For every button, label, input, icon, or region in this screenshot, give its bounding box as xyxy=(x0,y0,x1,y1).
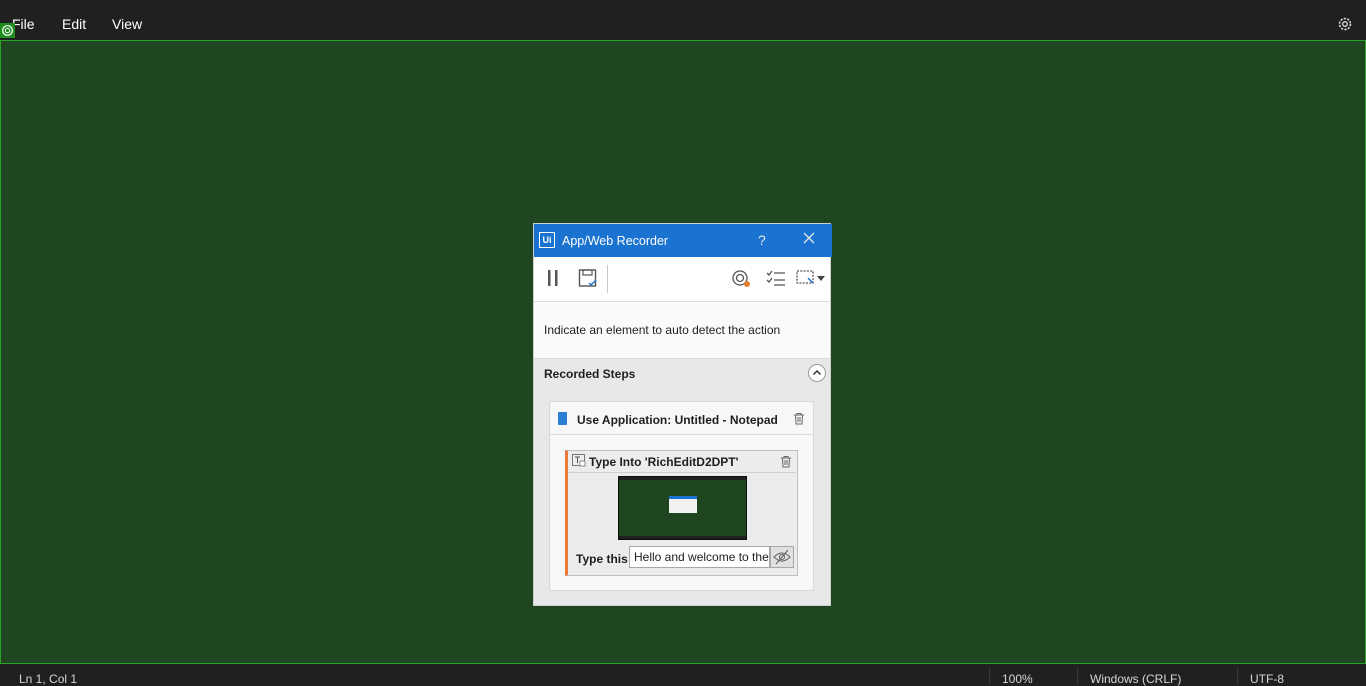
trash-icon[interactable] xyxy=(793,412,805,425)
gear-icon[interactable] xyxy=(1336,15,1354,33)
notepad-icon xyxy=(558,412,567,425)
thumbnail-window xyxy=(669,496,697,513)
chevron-up-icon xyxy=(812,369,822,376)
recorder-hint-panel: Indicate an element to auto detect the a… xyxy=(534,302,830,359)
recorder-titlebar[interactable]: Ui App/Web Recorder ? xyxy=(534,224,832,257)
type-into-header: Type Into 'RichEditD2DPT' xyxy=(568,451,796,473)
save-icon[interactable] xyxy=(577,267,599,289)
menubar: File Edit View xyxy=(0,0,1366,41)
checklist-icon[interactable] xyxy=(765,267,787,289)
eye-slash-icon xyxy=(773,549,791,565)
recorded-steps-list: Use Application: Untitled - Notepad Type… xyxy=(534,395,830,605)
recorder-toolbar xyxy=(534,257,830,302)
trash-icon[interactable] xyxy=(780,455,792,468)
type-into-icon xyxy=(572,454,586,467)
statusbar: Ln 1, Col 1 100% Windows (CRLF) UTF-8 xyxy=(0,664,1366,686)
target-icon[interactable] xyxy=(730,267,752,289)
cursor-position: Ln 1, Col 1 xyxy=(19,672,78,686)
type-this-input[interactable]: Hello and welcome to the xyxy=(629,546,770,568)
help-button[interactable]: ? xyxy=(758,232,766,248)
thumbnail-menubar xyxy=(619,477,746,480)
type-into-step[interactable]: Type Into 'RichEditD2DPT' Type this Hell… xyxy=(565,450,798,576)
pause-icon[interactable] xyxy=(542,267,564,289)
menu-edit[interactable]: Edit xyxy=(62,16,86,32)
use-application-header: Use Application: Untitled - Notepad xyxy=(550,402,813,435)
divider xyxy=(989,668,990,685)
screen-select-icon[interactable] xyxy=(796,267,826,289)
line-ending: Windows (CRLF) xyxy=(1090,672,1182,686)
divider xyxy=(1237,668,1238,685)
hint-text: Indicate an element to auto detect the a… xyxy=(544,323,781,337)
encoding: UTF-8 xyxy=(1250,672,1284,686)
recorded-steps-header: Recorded Steps xyxy=(534,359,830,395)
uipath-logo: Ui xyxy=(539,232,555,248)
toolbar-divider xyxy=(607,265,608,293)
collapse-button[interactable] xyxy=(808,364,826,382)
recorder-title: App/Web Recorder xyxy=(562,234,669,248)
divider xyxy=(1077,668,1078,685)
zoom-level: 100% xyxy=(1002,672,1033,686)
app-web-recorder-window: Ui App/Web Recorder ? Indicate an elemen… xyxy=(533,223,832,606)
use-application-step[interactable]: Use Application: Untitled - Notepad Type… xyxy=(549,401,814,591)
target-marker-icon xyxy=(0,23,15,38)
menu-view[interactable]: View xyxy=(112,16,142,32)
type-into-title: Type Into 'RichEditD2DPT' xyxy=(589,455,739,469)
thumbnail-statusbar xyxy=(619,536,746,539)
close-icon[interactable] xyxy=(801,230,817,246)
type-this-label: Type this xyxy=(576,552,628,566)
menu-file[interactable]: File xyxy=(12,16,35,32)
hide-text-button[interactable] xyxy=(770,546,794,568)
use-application-title: Use Application: Untitled - Notepad xyxy=(577,413,778,427)
screenshot-thumbnail xyxy=(618,476,747,540)
recorded-steps-title: Recorded Steps xyxy=(544,367,636,381)
